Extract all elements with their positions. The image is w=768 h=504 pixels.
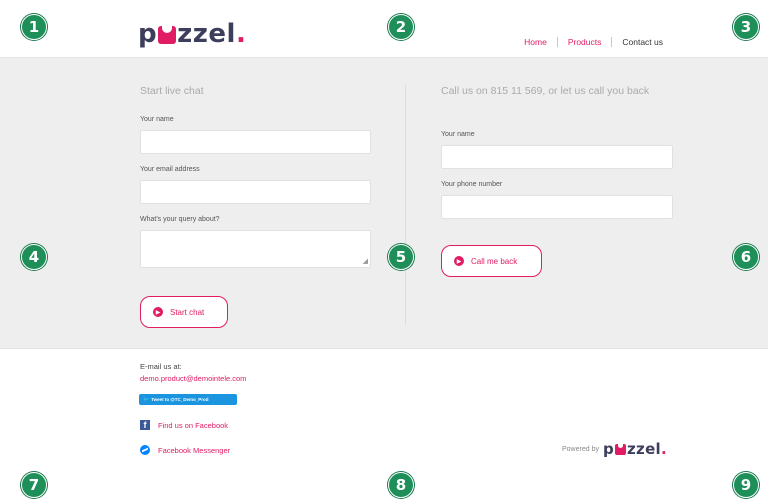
facebook-link[interactable]: f Find us on Facebook [140,420,228,430]
nav-products-link[interactable]: Products [556,37,612,47]
nav-contact-link[interactable]: Contact us [611,37,673,47]
call-me-back-label: Call me back [471,256,518,266]
facebook-icon: f [140,420,150,430]
chat-name-label: Your name [140,116,174,123]
email-link[interactable]: demo.product@demointele.com [140,374,246,383]
logo-text-start: p [138,19,158,49]
start-chat-label: Start chat [170,307,205,317]
logo-dot: . [235,19,247,49]
messenger-link[interactable]: Facebook Messenger [140,445,230,455]
marker-4: 4 [21,244,47,270]
callback-name-input[interactable] [441,145,673,169]
chat-name-input[interactable] [140,130,371,154]
column-divider [405,85,406,325]
facebook-label: Find us on Facebook [158,420,229,430]
resize-grip-icon[interactable]: ◢ [363,258,368,265]
tweet-button[interactable]: 🐦 Tweet to @TC_Demo_Prod [139,394,237,405]
callback-phone-input[interactable] [441,195,673,219]
top-nav: Home Products Contact us [514,37,673,47]
marker-6: 6 [733,244,759,270]
call-me-back-button[interactable]: ▶ Call me back [441,245,542,277]
chat-query-label: What's your query about? [140,216,220,223]
powered-by-logo: p zzel. [602,440,667,458]
email-label: E-mail us at: [140,362,182,371]
powered-by: Powered by p zzel. [562,440,667,458]
twitter-bird-icon: 🐦 [143,396,150,403]
logo-u-glyph [158,26,177,44]
marker-7: 7 [21,472,47,498]
powered-by-label: Powered by [562,445,599,453]
puzzel-logo[interactable]: p zzel. [138,19,246,49]
messenger-label: Facebook Messenger [158,445,231,455]
callback-phone-label: Your phone number [441,181,503,188]
callback-name-label: Your name [441,131,475,138]
nav-home-link[interactable]: Home [514,37,557,47]
marker-8: 8 [388,472,414,498]
chat-email-input[interactable] [140,180,371,204]
marker-1: 1 [21,14,47,40]
start-chat-button[interactable]: ▶ Start chat [140,296,228,328]
logo-text-end: zzel [177,19,236,49]
marker-2: 2 [388,14,414,40]
marker-3: 3 [733,14,759,40]
marker-9: 9 [733,472,759,498]
play-icon: ▶ [454,256,464,266]
chat-query-textarea[interactable]: ◢ [140,230,371,268]
play-icon: ▶ [153,307,163,317]
messenger-icon [140,445,150,455]
callback-title: Call us on 815 11 569, or let us call yo… [441,85,650,97]
marker-5: 5 [388,244,414,270]
tweet-label: Tweet to @TC_Demo_Prod [151,397,209,402]
live-chat-title: Start live chat [140,85,204,97]
chat-email-label: Your email address [140,166,200,173]
